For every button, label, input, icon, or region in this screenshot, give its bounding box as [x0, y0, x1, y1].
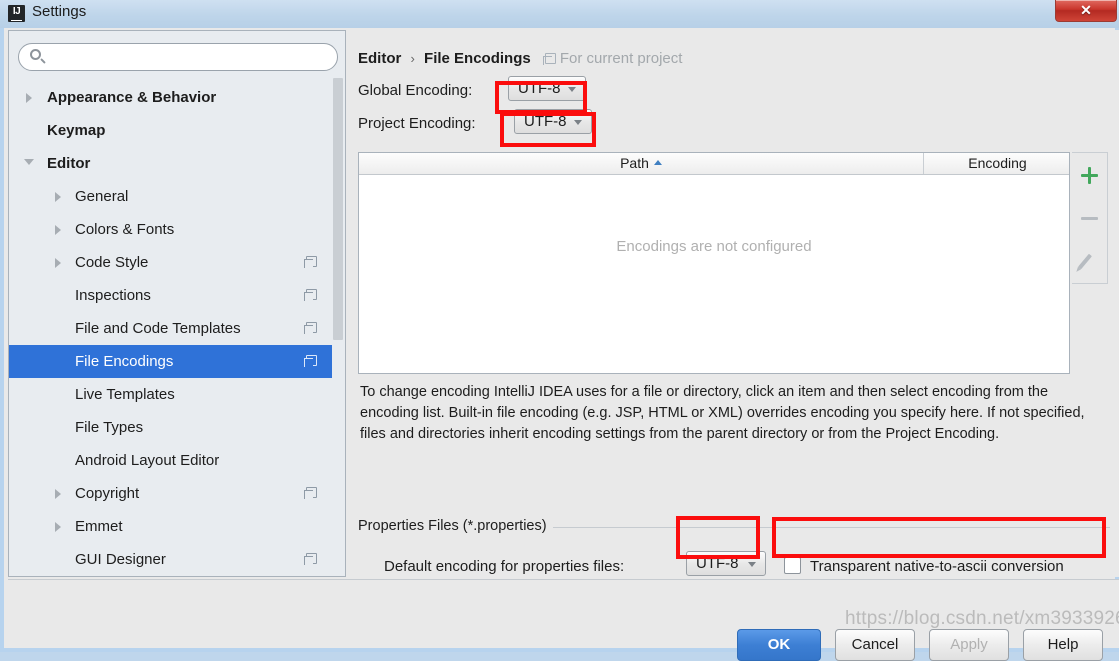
breadcrumb-current: File Encodings: [424, 50, 531, 67]
properties-section-title: Properties Files (*.properties): [358, 518, 553, 534]
chevron-down-icon[interactable]: [24, 159, 34, 165]
chevron-right-icon[interactable]: [55, 522, 61, 532]
remove-encoding-button[interactable]: [1072, 197, 1106, 239]
search-field[interactable]: [18, 43, 338, 71]
sidebar-item-label: Live Templates: [75, 386, 175, 403]
sidebar-item-copyright[interactable]: Copyright: [9, 477, 339, 510]
sidebar-item-live-templates[interactable]: Live Templates: [9, 378, 339, 411]
sidebar-item-label: Colors & Fonts: [75, 221, 175, 238]
sidebar-item-label: Android Layout Editor: [75, 452, 220, 469]
project-scope-icon: [304, 289, 317, 301]
cancel-button[interactable]: Cancel: [835, 629, 915, 661]
sidebar-item-general[interactable]: General: [9, 180, 339, 213]
column-header-path[interactable]: Path: [359, 153, 924, 174]
sidebar-item-keymap[interactable]: Keymap: [9, 114, 339, 147]
encodings-description: To change encoding IntelliJ IDEA uses fo…: [360, 384, 1085, 442]
project-scope-icon: [304, 487, 317, 499]
breadcrumb-parent[interactable]: Editor: [358, 50, 401, 67]
settings-tree: Appearance & Behavior Keymap Editor General…: [9, 81, 339, 576]
sidebar-item-code-style[interactable]: Code Style: [9, 246, 339, 279]
intellij-idea-logo-icon: IJ: [8, 5, 25, 22]
apply-button[interactable]: Apply: [929, 629, 1009, 661]
sidebar-item-label: Editor: [47, 155, 91, 172]
sidebar-item-colors-fonts[interactable]: Colors & Fonts: [9, 213, 339, 246]
encodings-table[interactable]: Path Encoding Encodings are not configur…: [358, 152, 1070, 374]
watermark: https://blog.csdn.net/xm393392625: [845, 608, 1119, 629]
window-title-bar: IJ Settings ✕: [0, 0, 1119, 28]
sidebar-item-file-types[interactable]: File Types: [9, 411, 339, 444]
project-scope-icon: [304, 322, 317, 334]
minus-icon: [1081, 217, 1098, 220]
chevron-right-icon[interactable]: [55, 225, 61, 235]
global-encoding-highlight: [495, 81, 587, 114]
breadcrumb: Editor › File Encodings For current proj…: [358, 50, 682, 67]
transparent-conversion-checkbox[interactable]: [784, 557, 801, 574]
sidebar-item-label: Copyright: [75, 485, 140, 502]
pencil-icon: [1078, 253, 1092, 270]
add-encoding-button[interactable]: [1072, 154, 1106, 196]
table-header-row: Path Encoding: [359, 153, 1069, 175]
window-title: Settings: [32, 3, 87, 20]
sidebar-item-label: GUI Designer: [75, 551, 166, 568]
settings-sidebar: Appearance & Behavior Keymap Editor General…: [8, 30, 346, 577]
sidebar-item-gui-designer[interactable]: GUI Designer: [9, 543, 339, 576]
sidebar-item-label: Keymap: [47, 122, 106, 139]
sidebar-item-label: General: [75, 188, 129, 205]
sidebar-item-inspections[interactable]: Inspections: [9, 279, 339, 312]
breadcrumb-separator: ›: [410, 51, 415, 66]
scope-note-label: For current project: [559, 50, 683, 67]
sidebar-item-android-layout-editor[interactable]: Android Layout Editor: [9, 444, 339, 477]
transparent-conversion-label: Transparent native-to-ascii conversion: [810, 558, 1064, 575]
project-encoding-highlight: [500, 112, 596, 147]
transparent-conversion-highlight: [772, 517, 1106, 558]
sidebar-item-label: Appearance & Behavior: [47, 89, 217, 106]
close-icon[interactable]: ✕: [1055, 0, 1117, 22]
search-input[interactable]: [50, 47, 325, 67]
plus-icon-stem: [1088, 167, 1091, 184]
properties-encoding-label: Default encoding for properties files:: [384, 558, 625, 575]
sidebar-item-editor[interactable]: Editor: [9, 147, 339, 180]
desktop-blur-artifact: [160, 5, 165, 22]
sidebar-scrollbar-thumb[interactable]: [333, 78, 343, 340]
sidebar-item-label: Emmet: [75, 518, 123, 535]
chevron-right-icon[interactable]: [55, 489, 61, 499]
column-header-encoding[interactable]: Encoding: [925, 153, 1070, 174]
global-encoding-label: Global Encoding:: [358, 82, 473, 99]
column-header-path-label: Path: [620, 155, 649, 171]
properties-encoding-highlight: [676, 516, 760, 559]
sidebar-item-file-encodings[interactable]: File Encodings: [9, 345, 339, 378]
sidebar-item-emmet[interactable]: Emmet: [9, 510, 339, 543]
chevron-right-icon[interactable]: [55, 192, 61, 202]
project-scope-icon: [304, 256, 317, 268]
table-empty-message: Encodings are not configured: [616, 238, 812, 255]
ok-button[interactable]: OK: [737, 629, 821, 661]
project-encoding-label: Project Encoding:: [358, 115, 476, 132]
sidebar-item-file-and-code-templates[interactable]: File and Code Templates: [9, 312, 339, 345]
sidebar-item-appearance-behavior[interactable]: Appearance & Behavior: [9, 81, 339, 114]
help-button[interactable]: Help: [1023, 629, 1103, 661]
project-scope-icon: [304, 553, 317, 565]
edit-encoding-button[interactable]: [1072, 240, 1106, 282]
chevron-down-icon: [748, 562, 756, 567]
project-scope-icon: [542, 53, 556, 65]
scope-note: For current project: [542, 50, 683, 67]
chevron-right-icon[interactable]: [55, 258, 61, 268]
sidebar-item-label: File and Code Templates: [75, 320, 241, 337]
table-toolbar: [1072, 152, 1108, 284]
sidebar-item-label: Inspections: [75, 287, 151, 304]
sidebar-item-label: File Types: [75, 419, 144, 436]
sidebar-item-label: Code Style: [75, 254, 149, 271]
search-icon: [30, 49, 41, 60]
chevron-right-icon[interactable]: [26, 93, 32, 103]
file-encodings-pane: Editor › File Encodings For current proj…: [350, 30, 1119, 577]
project-scope-icon: [304, 355, 317, 367]
sort-ascending-icon: [653, 160, 662, 165]
sidebar-item-label: File Encodings: [75, 353, 174, 370]
